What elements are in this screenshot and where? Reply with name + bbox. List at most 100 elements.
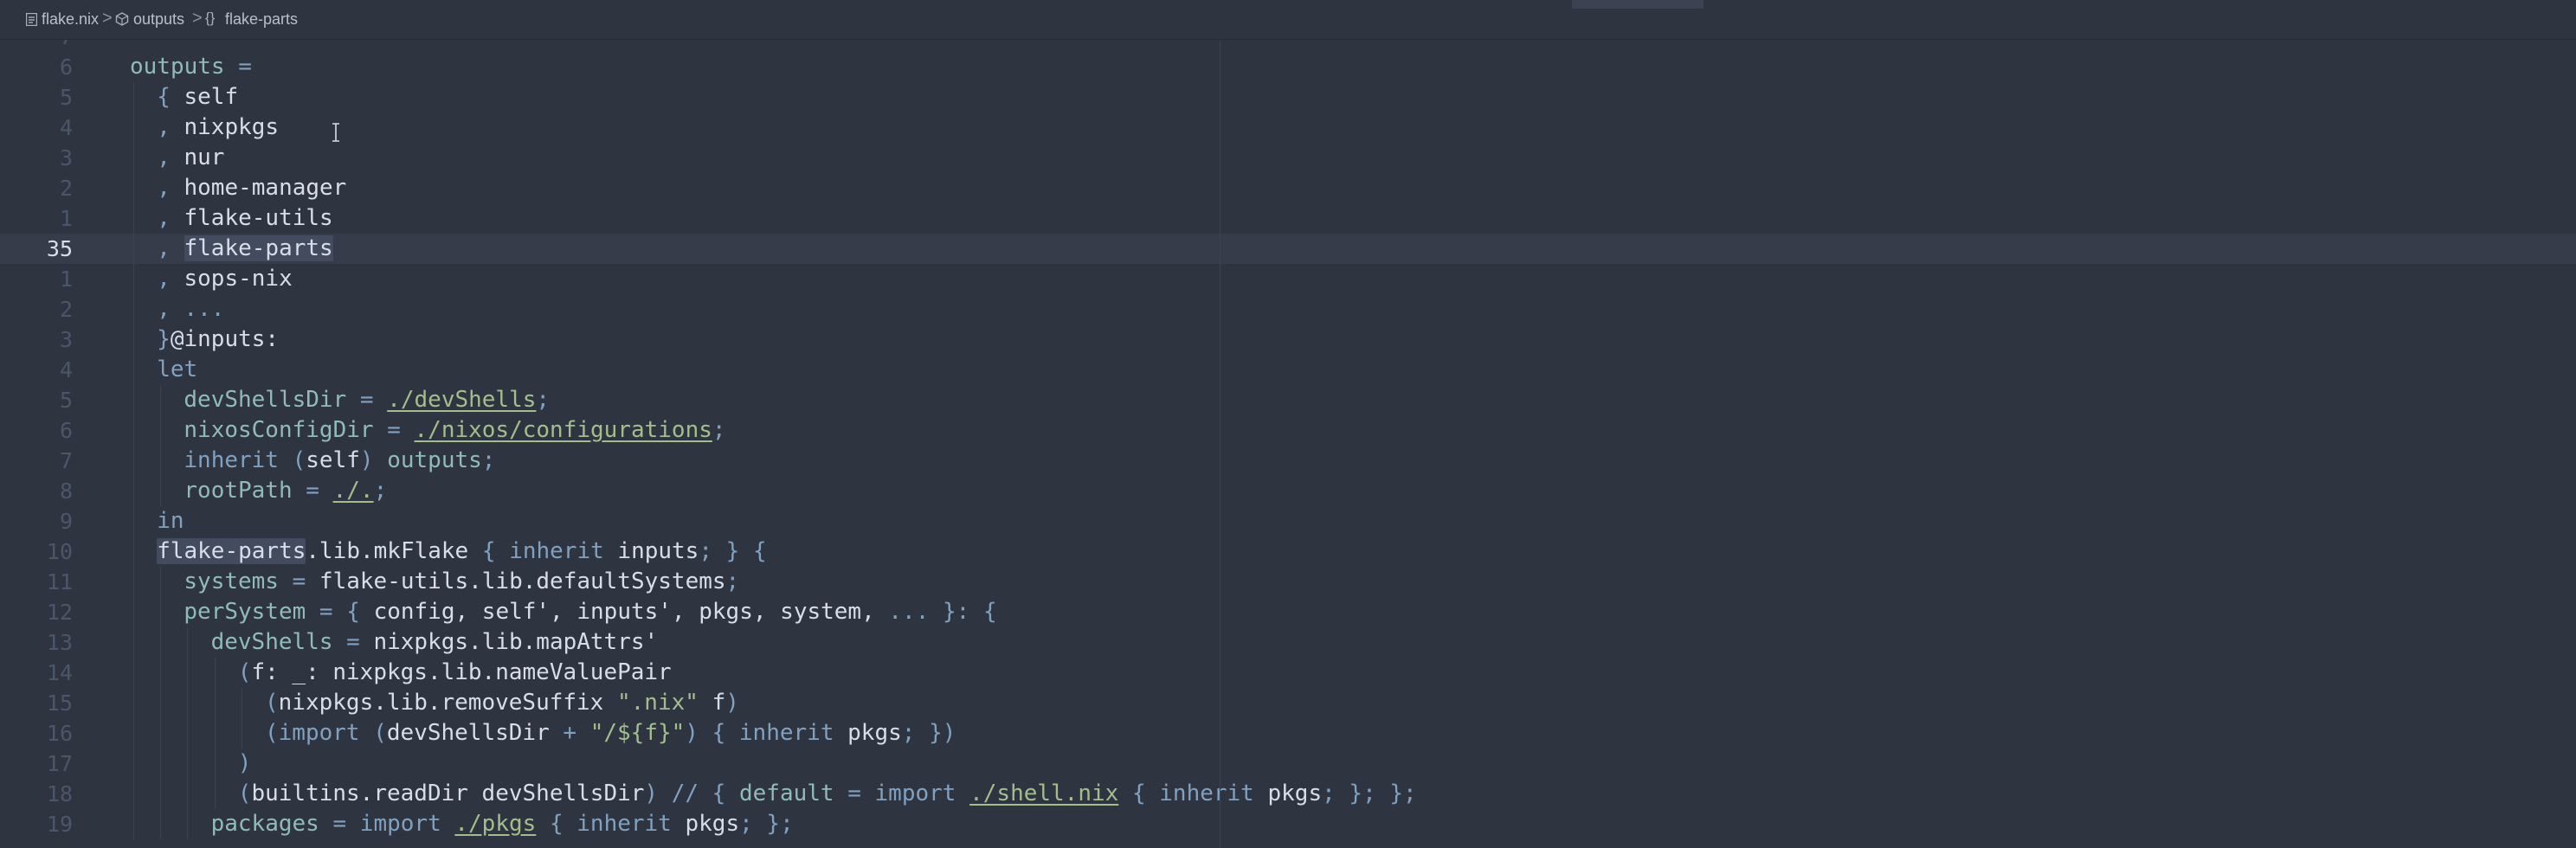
code-token: inherit xyxy=(1159,781,1254,806)
code-token: packages xyxy=(210,811,319,837)
code-token: flake-utils xyxy=(184,205,333,231)
indent-guide xyxy=(133,567,134,597)
code-line[interactable]: 8 rootPath = ./.; xyxy=(0,476,2576,506)
code-line[interactable]: 11 systems = flake-utils.lib.defaultSyste… xyxy=(0,567,2576,597)
indent-guide xyxy=(133,627,134,658)
line-number[interactable]: 10 xyxy=(0,536,73,567)
code-editor[interactable]: 76outputs =5{ self4, nixpkgs3, nur2, hom… xyxy=(0,40,2576,848)
code-line[interactable]: 3}@inputs: xyxy=(0,324,2576,355)
line-number[interactable]: 2 xyxy=(0,294,73,324)
indent-guide xyxy=(187,688,189,718)
code-token: import xyxy=(359,811,441,837)
indent-guide xyxy=(160,415,162,446)
code-token: config, self', inputs', pkgs, system, xyxy=(373,599,889,625)
line-number[interactable]: 12 xyxy=(0,597,73,627)
line-number[interactable]: 6 xyxy=(0,415,73,446)
line-number[interactable]: 7 xyxy=(0,446,73,476)
code-token: inherit xyxy=(738,720,834,746)
indent-guide xyxy=(133,718,134,748)
code-line[interactable]: 35, flake-parts xyxy=(0,234,2576,264)
code-line[interactable]: 5 { self xyxy=(0,82,2576,112)
indent-guide xyxy=(133,143,134,173)
line-number[interactable]: 11 xyxy=(0,567,73,597)
code-token: inherit xyxy=(509,538,604,564)
code-token: ; xyxy=(725,569,740,594)
code-line[interactable]: 7 xyxy=(0,40,2576,52)
code-line[interactable]: 15 (nixpkgs.lib.removeSuffix ".nix" f) xyxy=(0,688,2576,718)
code-token: ( xyxy=(265,690,279,716)
line-number[interactable]: 5 xyxy=(0,385,73,415)
line-number[interactable]: 14 xyxy=(0,658,73,688)
code-line[interactable]: 17) xyxy=(0,748,2576,779)
code-text: , home-manager xyxy=(157,173,346,203)
code-line[interactable]: 14 (f: _: nixpkgs.lib.nameValuePair xyxy=(0,658,2576,688)
indent-guide xyxy=(133,476,134,506)
code-line[interactable]: 18 (builtins.readDir devShellsDir) // { d… xyxy=(0,779,2576,809)
indent-guide xyxy=(160,567,162,597)
code-line[interactable]: 6 nixosConfigDir = ./nixos/configurations… xyxy=(0,415,2576,446)
code-line[interactable]: 2 , home-manager xyxy=(0,173,2576,203)
code-line[interactable]: 19 packages = import ./pkgs { inherit pkg… xyxy=(0,809,2576,839)
line-number[interactable]: 13 xyxy=(0,627,73,658)
indent-guide xyxy=(133,355,134,385)
code-token: rootPath xyxy=(184,478,293,504)
code-line[interactable]: 6 outputs = xyxy=(0,52,2576,82)
line-number[interactable]: 19 xyxy=(0,809,73,839)
line-number[interactable]: 16 xyxy=(0,718,73,748)
line-number[interactable]: 2 xyxy=(0,173,73,203)
indent-guide xyxy=(160,658,162,688)
code-text: nixosConfigDir = ./nixos/configurations; xyxy=(184,415,725,446)
indent-guide xyxy=(133,234,134,264)
breadcrumb-symbol[interactable]: flake-parts xyxy=(225,10,298,29)
line-number[interactable]: 35 xyxy=(0,234,73,264)
line-number[interactable]: 18 xyxy=(0,779,73,809)
code-line[interactable]: 1, flake-utils xyxy=(0,203,2576,234)
indent-guide xyxy=(133,506,134,536)
code-line[interactable]: 12 perSystem = { config, self', inputs', … xyxy=(0,597,2576,627)
code-token: "/${f}" xyxy=(589,720,686,746)
line-number[interactable]: 15 xyxy=(0,688,73,718)
code-text: (builtins.readDir devShellsDir) // { def… xyxy=(238,779,1417,809)
code-token: nixpkgs.lib.removeSuffix xyxy=(278,690,617,716)
code-token: = xyxy=(319,811,360,837)
code-line[interactable]: 4 let xyxy=(0,355,2576,385)
line-number[interactable]: 3 xyxy=(0,143,73,173)
code-line[interactable]: 2, ... xyxy=(0,294,2576,324)
code-line[interactable]: 7 inherit (self) outputs; xyxy=(0,446,2576,476)
code-token: ( xyxy=(265,720,279,746)
code-line[interactable]: 10 flake-parts.lib.mkFlake { inherit inpu… xyxy=(0,536,2576,567)
line-number[interactable]: 3 xyxy=(0,324,73,355)
indent-guide xyxy=(187,748,189,779)
code-line[interactable]: 3, nur xyxy=(0,143,2576,173)
line-number[interactable]: 9 xyxy=(0,506,73,536)
line-number[interactable]: 17 xyxy=(0,748,73,779)
line-number[interactable]: 1 xyxy=(0,203,73,234)
code-line[interactable]: 1, sops-nix xyxy=(0,264,2576,294)
code-line[interactable]: 9 in xyxy=(0,506,2576,536)
indent-guide xyxy=(160,809,162,839)
code-line[interactable]: 5 devShellsDir = ./devShells; xyxy=(0,385,2576,415)
line-number[interactable]: 4 xyxy=(0,112,73,143)
code-token: devShellsDir xyxy=(386,720,564,746)
line-number[interactable]: 5 xyxy=(0,82,73,112)
line-number[interactable]: 8 xyxy=(0,476,73,506)
code-text: (nixpkgs.lib.removeSuffix ".nix" f) xyxy=(265,688,739,718)
code-token: inherit xyxy=(576,811,672,837)
line-number[interactable]: 7 xyxy=(0,40,73,52)
breadcrumb-section[interactable]: outputs xyxy=(133,10,184,29)
horizontal-scrollbar-thumb[interactable] xyxy=(1572,0,1703,9)
line-number[interactable]: 4 xyxy=(0,355,73,385)
code-line[interactable]: 13 devShells = nixpkgs.lib.mapAttrs' xyxy=(0,627,2576,658)
indent-guide xyxy=(133,446,134,476)
code-token: nur xyxy=(184,145,225,170)
breadcrumb-file[interactable]: flake.nix xyxy=(42,10,99,29)
code-line[interactable]: 16 (import (devShellsDir + "/${f}") { inh… xyxy=(0,718,2576,748)
code-text: outputs = xyxy=(130,52,252,82)
line-number[interactable]: 6 xyxy=(0,52,73,82)
indent-guide xyxy=(187,627,189,658)
code-token: { xyxy=(536,811,577,837)
text-cursor-icon xyxy=(331,123,341,142)
line-number[interactable]: 1 xyxy=(0,264,73,294)
code-line[interactable]: 4, nixpkgs xyxy=(0,112,2576,143)
